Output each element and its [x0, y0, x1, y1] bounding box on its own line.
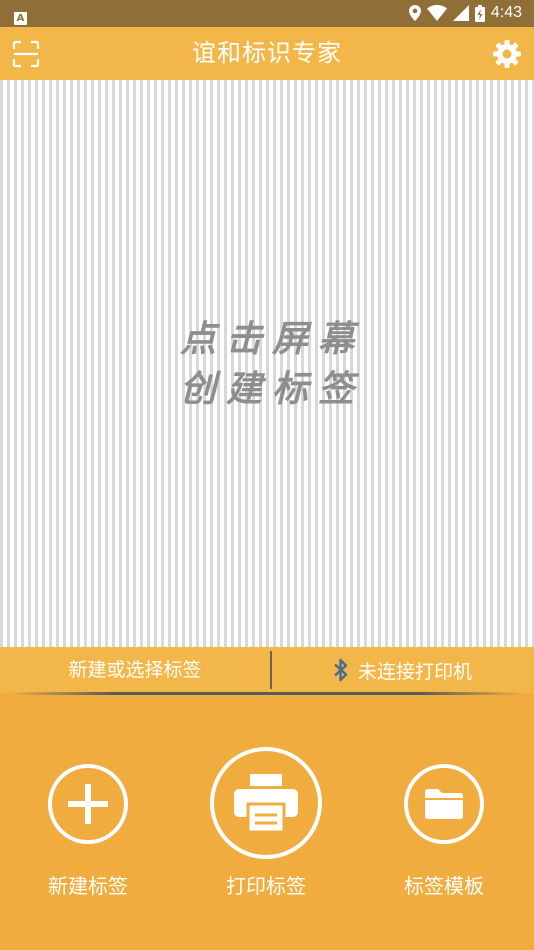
label-template-button[interactable]: 标签模板: [394, 764, 494, 898]
label-canvas[interactable]: 点击屏幕 创建标签: [0, 80, 534, 647]
plus-icon: [68, 784, 108, 824]
status-icons: 4:43: [408, 3, 522, 23]
print-label-button[interactable]: 打印标签: [206, 747, 326, 898]
printer-status-button[interactable]: 未连接打印机: [272, 647, 534, 693]
hint-line-2: 创建标签: [179, 368, 364, 410]
label-status-button[interactable]: 新建或选择标签: [0, 647, 270, 693]
info-bar: 新建或选择标签 未连接打印机: [0, 647, 534, 693]
action-panel: 新建标签 打印标签 标签模板: [0, 700, 534, 950]
notification-area: A: [14, 6, 27, 25]
battery-charging-icon: [474, 4, 485, 22]
app-bar: 谊和标识专家: [0, 27, 534, 80]
notification-badge: A: [14, 12, 27, 25]
new-label-text: 新建标签: [48, 874, 128, 898]
hint-line-1: 点击屏幕: [179, 318, 364, 360]
new-label-button[interactable]: 新建标签: [38, 764, 138, 898]
folder-icon: [425, 789, 463, 819]
location-icon: [408, 5, 421, 21]
printer-icon: [234, 774, 298, 832]
status-bar: A 4:43: [0, 0, 534, 27]
canvas-hint: 点击屏幕 创建标签: [0, 314, 534, 414]
gear-icon[interactable]: [492, 39, 522, 69]
print-label-text: 打印标签: [226, 874, 306, 898]
wifi-icon: [426, 5, 447, 21]
app-title: 谊和标识专家: [192, 39, 342, 67]
label-template-text: 标签模板: [404, 874, 484, 898]
label-template-circle: [404, 764, 484, 844]
print-label-circle: [210, 747, 322, 859]
divider-line: [10, 692, 524, 695]
signal-icon: [452, 5, 469, 21]
bluetooth-icon: [334, 658, 348, 682]
clock: 4:43: [490, 4, 522, 21]
printer-status-label: 未连接打印机: [357, 660, 472, 683]
new-label-circle: [48, 764, 128, 844]
